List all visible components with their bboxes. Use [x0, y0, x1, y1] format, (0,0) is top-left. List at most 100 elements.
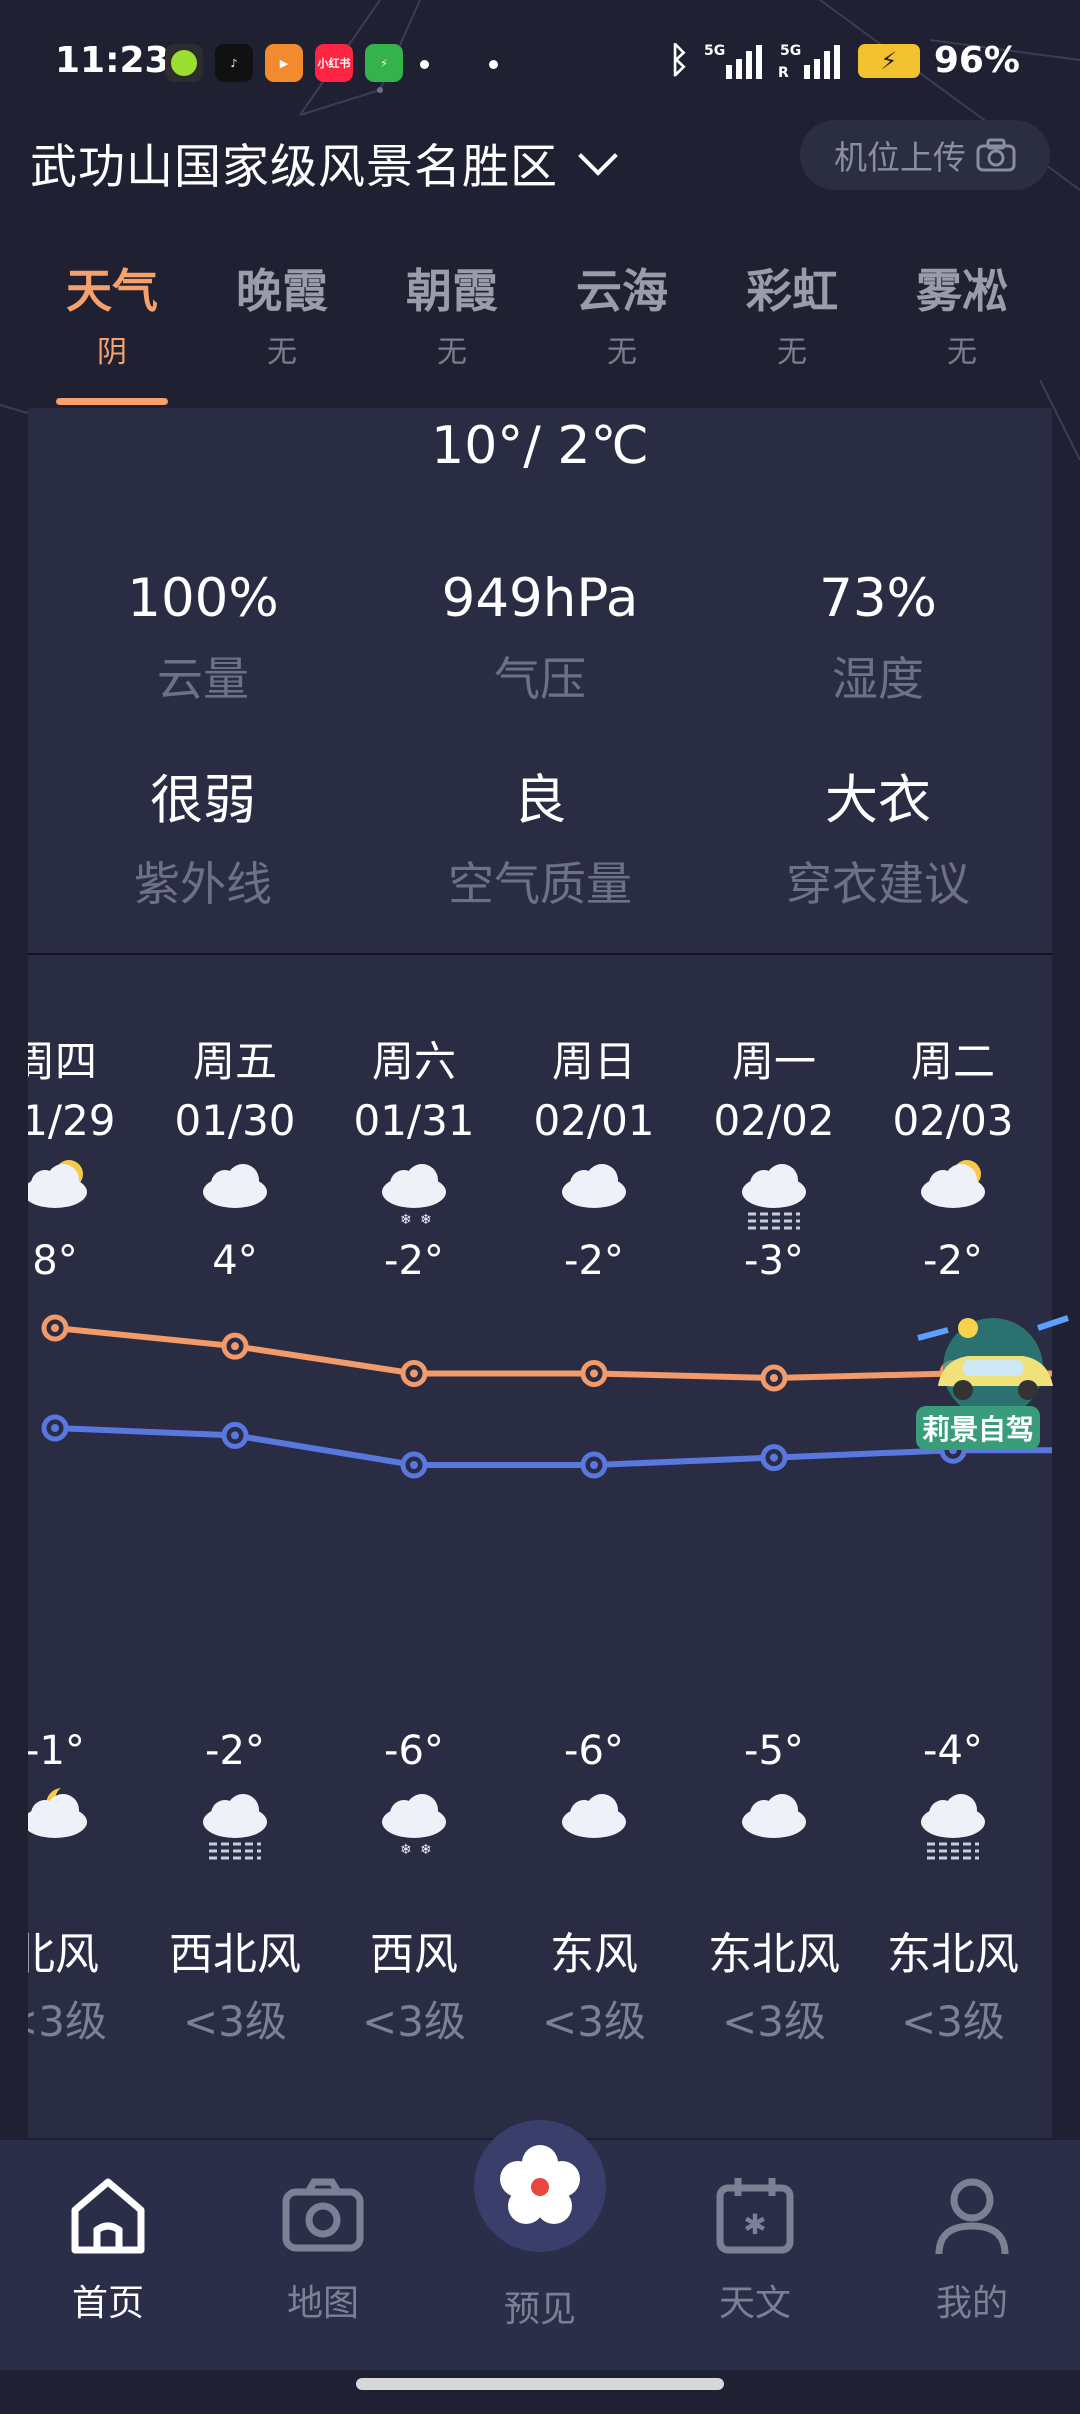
partly-cloudy-sun-icon	[921, 1160, 985, 1208]
tab-sub: 无	[607, 335, 637, 370]
forecast-low-temp: -6°	[504, 1728, 684, 1774]
tab-rainbow[interactable]: 彩虹无	[707, 255, 877, 371]
tab-label: 云海	[576, 264, 668, 318]
forecast-day-name: 周二	[863, 1028, 1043, 1089]
fog-icon	[203, 1794, 267, 1860]
stat-value: 949hPa	[441, 568, 639, 629]
svg-text:❄: ❄	[420, 1212, 432, 1228]
daily-forecast[interactable]: ❄❄❄❄ 周四01/298°-1°北风<3级周五01/304°-2°西北风<3级…	[28, 1028, 1052, 2128]
status-time: 11:23	[55, 40, 170, 81]
forecast-day-name-text: 周四	[28, 1037, 97, 1086]
nav-map[interactable]: 地图	[253, 2170, 393, 2326]
forecast-wind-direction-text: 西北风	[169, 1929, 301, 1980]
svg-text:R: R	[778, 65, 789, 81]
green-circle-app-icon	[165, 44, 203, 82]
bluetooth-icon: ᛒ	[668, 40, 690, 81]
forecast-high-temp: -2°	[863, 1238, 1043, 1284]
forecast-day-date: 01/31	[324, 1084, 504, 1145]
forecast-low-temp-text: -6°	[564, 1728, 624, 1774]
nav-profile[interactable]: 我的	[902, 2170, 1042, 2326]
low-temp-point-center	[590, 1461, 598, 1469]
tab-sub: 无	[267, 335, 297, 370]
promo-badge[interactable]: 莉景自驾	[908, 1308, 1078, 1458]
forecast-low-temp: -2°	[145, 1728, 325, 1774]
nav-label: 我的	[935, 2283, 1008, 2324]
forecast-low-temp: -1°	[28, 1728, 145, 1774]
forecast-high-temp: -2°	[504, 1238, 684, 1284]
forecast-wind-direction-text: 东北风	[887, 1929, 1019, 1980]
forecast-wind-level-text: <3级	[542, 1997, 646, 2046]
stat-label: 空气质量	[448, 857, 632, 911]
forecast-wind-direction-text: 东北风	[708, 1929, 840, 1980]
forecast-low-temp: -5°	[684, 1728, 864, 1774]
stat-uv: 很弱 紫外线	[33, 758, 373, 914]
forecast-high-temp-text: 8°	[32, 1238, 78, 1284]
stat-humidity: 73% 湿度	[708, 568, 1048, 709]
forecast-wind-level-text: <3级	[183, 1997, 287, 2046]
forecast-wind-direction: 北风	[28, 1918, 145, 1982]
location-selector[interactable]: 武功山国家级风景名胜区	[30, 128, 618, 197]
stat-value: 很弱	[150, 770, 256, 831]
tab-rime[interactable]: 雾凇无	[877, 255, 1047, 371]
promo-label: 莉景自驾	[916, 1406, 1041, 1450]
forecast-wind-level-text: <3级	[722, 1997, 826, 2046]
tab-sub: 无	[947, 335, 977, 370]
forecast-day-name-text: 周六	[371, 1037, 456, 1086]
forecast-high-temp-text: -3°	[744, 1238, 804, 1284]
nav-label: 首页	[71, 2283, 144, 2324]
forecast-wind-direction: 东风	[504, 1918, 684, 1982]
tab-sub: 阴	[97, 335, 127, 370]
forecast-wind-direction: 西北风	[145, 1918, 325, 1982]
forecast-low-temp-text: -2°	[205, 1728, 265, 1774]
forecast-day-name-text: 周一	[731, 1037, 816, 1086]
stat-value: 大衣	[825, 770, 931, 831]
temp-range: 10°/ 2℃	[431, 416, 649, 476]
nav-astronomy[interactable]: ✱ 天文	[685, 2170, 825, 2326]
forecast-day-date-text: 02/02	[713, 1096, 835, 1145]
car-icon	[917, 1315, 1069, 1418]
forecast-day-date-text: 02/03	[892, 1096, 1014, 1145]
forecast-day-name-text: 周日	[551, 1037, 636, 1086]
svg-text:5G: 5G	[704, 43, 725, 59]
forecast-day-date: 02/03	[863, 1084, 1043, 1145]
tab-sunrise-glow[interactable]: 朝霞无	[367, 255, 537, 371]
stat-label: 湿度	[832, 652, 924, 706]
forecast-day-date-text: 01/30	[174, 1096, 296, 1145]
high-temp-point-center	[410, 1369, 418, 1378]
nav-label: 天文	[718, 2283, 791, 2324]
tab-weather[interactable]: 天气阴	[27, 255, 197, 371]
spot-upload-button[interactable]: 机位上传	[800, 120, 1050, 190]
partly-cloudy-moon-icon	[28, 1788, 87, 1838]
forecast-wind-level: <3级	[28, 1988, 145, 2049]
stat-cloud-cover: 100% 云量	[33, 568, 373, 709]
snow-icon: ❄ ❄	[382, 1164, 446, 1228]
forecast-wind-level: <3级	[145, 1988, 325, 2049]
svg-text:❄: ❄	[420, 1842, 432, 1858]
calendar-icon: ✱	[716, 2178, 794, 2254]
forecast-day-name: 周六	[324, 1028, 504, 1089]
upload-label: 机位上传	[834, 138, 966, 177]
tab-sunset-glow[interactable]: 晚霞无	[197, 255, 367, 371]
forecast-wind-level: <3级	[324, 1988, 504, 2049]
battery-icon: ⚡	[857, 43, 920, 78]
signal-5g-icon: 5G	[704, 43, 762, 79]
status-bar: 11:23 ♪ ▶ 小红书 ⚡ ᛒ 5G 5G R ⚡ 96%	[0, 0, 1080, 120]
forecast-high-temp-text: -2°	[384, 1238, 444, 1284]
forecast-high-temp-text: -2°	[923, 1238, 983, 1284]
home-indicator[interactable]	[356, 2378, 724, 2390]
forecast-day-date: 01/30	[145, 1084, 325, 1145]
flower-icon	[500, 2145, 580, 2224]
partly-cloudy-sun-icon	[28, 1160, 87, 1208]
tab-label: 朝霞	[406, 264, 498, 318]
tab-cloud-sea[interactable]: 云海无	[537, 255, 707, 371]
forecast-high-temp: 8°	[28, 1238, 145, 1284]
fog-icon	[742, 1164, 806, 1230]
forecast-day-name-text: 周二	[910, 1037, 995, 1086]
nav-home[interactable]: 首页	[38, 2170, 178, 2326]
nav-preview[interactable]	[474, 2120, 606, 2252]
forecast-wind-direction: 东北风	[863, 1918, 1043, 1982]
shield-app-icon: ⚡	[365, 44, 403, 82]
forecast-wind-direction: 西风	[324, 1918, 504, 1982]
stat-pressure: 949hPa 气压	[370, 568, 710, 709]
xiaohongshu-icon: 小红书	[315, 44, 353, 82]
